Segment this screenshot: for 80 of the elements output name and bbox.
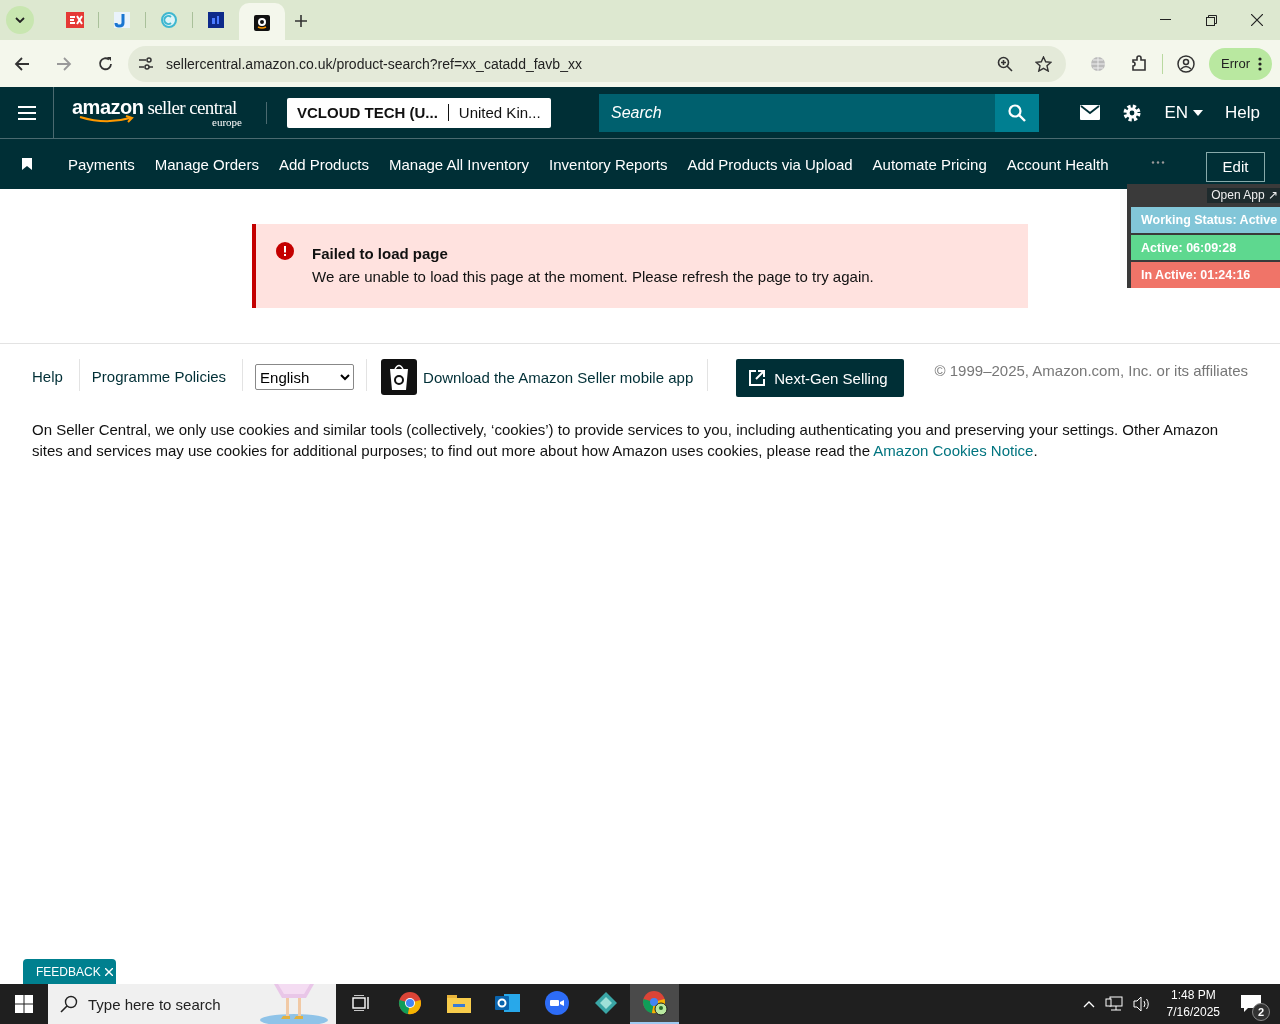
tracker-status: Working Status: Active	[1131, 207, 1280, 233]
bars-icon	[208, 12, 224, 28]
tracker-status: In Active: 01:24:16	[1131, 262, 1280, 288]
feedback-tab[interactable]: FEEDBACK	[23, 959, 116, 984]
footer-link[interactable]: Programme Policies	[91, 359, 244, 391]
outlook-icon	[494, 992, 521, 1014]
search-field[interactable]: Search	[599, 93, 995, 132]
taskbar-app[interactable]	[630, 984, 679, 1024]
nav-link[interactable]: Payments	[68, 155, 135, 173]
chrome-icon	[397, 991, 422, 1015]
copyright-text: © 1999–2025, Amazon.com, Inc. or its affiliates	[934, 361, 1248, 379]
site-settings-icon[interactable]	[138, 56, 154, 71]
star-icon[interactable]	[1035, 55, 1053, 72]
zoom-in-icon[interactable]	[997, 55, 1014, 72]
address-bar[interactable]: sellercentral.amazon.co.uk/product-search?ref=xx_catadd_favb_xx	[128, 45, 1067, 82]
cookie-notice: On Seller Central, we only use cookies and similar tools (collectively, ‘cookies’) to provide services to you, including authenticating you and preserving your settings. Other Amazon sites and services may use cookies for additional purposes; to find out more about how Amazon uses cookies, please read the Amazon Cookies Notice.	[32, 420, 1220, 461]
nav-link[interactable]: Manage All Inventory	[389, 155, 530, 173]
next-gen-selling-button[interactable]: Next-Gen Selling	[736, 359, 904, 397]
speaker-icon[interactable]	[1132, 996, 1151, 1012]
external-link-icon	[748, 369, 767, 387]
reload-icon[interactable]	[98, 55, 114, 72]
cookies-notice-link[interactable]: Amazon Cookies Notice	[873, 442, 1034, 459]
taskbar-search-field[interactable]: Type here to search	[48, 984, 336, 1024]
nav-link[interactable]: Add Products	[278, 155, 369, 173]
caret-icon	[1193, 109, 1204, 116]
alert-title: Failed to load page	[312, 245, 449, 262]
language-menu[interactable]: EN	[1164, 102, 1204, 123]
chevron-up-icon[interactable]	[1082, 1000, 1095, 1008]
search-icon	[60, 995, 78, 1013]
forward-icon[interactable]	[56, 56, 72, 71]
nav-link[interactable]: Account Health	[1006, 155, 1109, 173]
restore-icon[interactable]	[1205, 14, 1217, 26]
profile-icon[interactable]	[1177, 54, 1196, 73]
taskbar-search-placeholder: Type here to search	[88, 995, 221, 1013]
ring-icon	[160, 11, 178, 29]
zoom-icon	[543, 990, 570, 1016]
network-icon[interactable]	[1104, 996, 1123, 1012]
nav-link[interactable]: Automate Pricing	[872, 155, 987, 173]
hook-icon	[114, 12, 130, 28]
amazon-a-icon	[254, 15, 270, 31]
search-icon[interactable]	[1008, 103, 1026, 122]
nav-link[interactable]: Manage Orders	[154, 155, 259, 173]
chrome-icon	[641, 990, 668, 1016]
ex-favicon-icon	[66, 12, 84, 28]
url-text: sellercentral.amazon.co.uk/product-search?ref=xx_catadd_favb_xx	[166, 55, 582, 72]
profile-error-button[interactable]: Error	[1209, 47, 1272, 80]
mobile-app-link[interactable]: Download the Amazon Seller mobile app	[423, 359, 694, 395]
back-icon[interactable]	[14, 56, 30, 71]
open-app-link[interactable]: Open App ↗	[1207, 188, 1280, 203]
chevron-down-icon	[15, 17, 25, 23]
tracker-status: Active: 06:09:28	[1131, 234, 1280, 261]
menu-icon[interactable]	[17, 105, 36, 120]
alert-message: We are unable to load this page at the moment. Please refresh the page to try again.	[312, 268, 874, 285]
error-icon	[276, 242, 294, 260]
browser-tab[interactable]	[239, 3, 285, 43]
settings-icon[interactable]	[1122, 102, 1143, 123]
shopping-bag-icon	[381, 359, 418, 395]
help-link[interactable]: Help	[1225, 102, 1260, 123]
more-icon[interactable]	[1258, 56, 1262, 71]
logo-brand: amazon	[72, 97, 144, 116]
nav-link[interactable]: Inventory Reports	[549, 155, 668, 173]
folder-icon	[446, 993, 471, 1013]
close-icon[interactable]	[1251, 14, 1263, 26]
tab-list-button[interactable]	[6, 6, 34, 34]
language-select[interactable]: English	[255, 364, 355, 390]
footer-link[interactable]: Help	[32, 359, 80, 391]
smile-arrow-icon	[78, 114, 136, 125]
puzzle-icon[interactable]	[1130, 54, 1149, 73]
account-switcher[interactable]: VCLOUD TECH (U... United Kin...	[287, 97, 551, 128]
plus-icon[interactable]	[295, 15, 307, 27]
gem-icon	[593, 991, 618, 1015]
minimize-icon[interactable]	[1159, 19, 1171, 21]
clock[interactable]: 1:48 PM 7/16/2025	[1166, 987, 1220, 1021]
mail-icon[interactable]	[1080, 105, 1101, 120]
task-view-icon[interactable]	[351, 995, 370, 1011]
bookmark-icon[interactable]	[22, 158, 32, 170]
nav-link[interactable]: Add Products via Upload	[687, 155, 853, 173]
edit-button[interactable]: Edit	[1206, 152, 1265, 182]
more-icon[interactable]	[1151, 161, 1165, 164]
windows-start-icon[interactable]	[15, 995, 33, 1013]
